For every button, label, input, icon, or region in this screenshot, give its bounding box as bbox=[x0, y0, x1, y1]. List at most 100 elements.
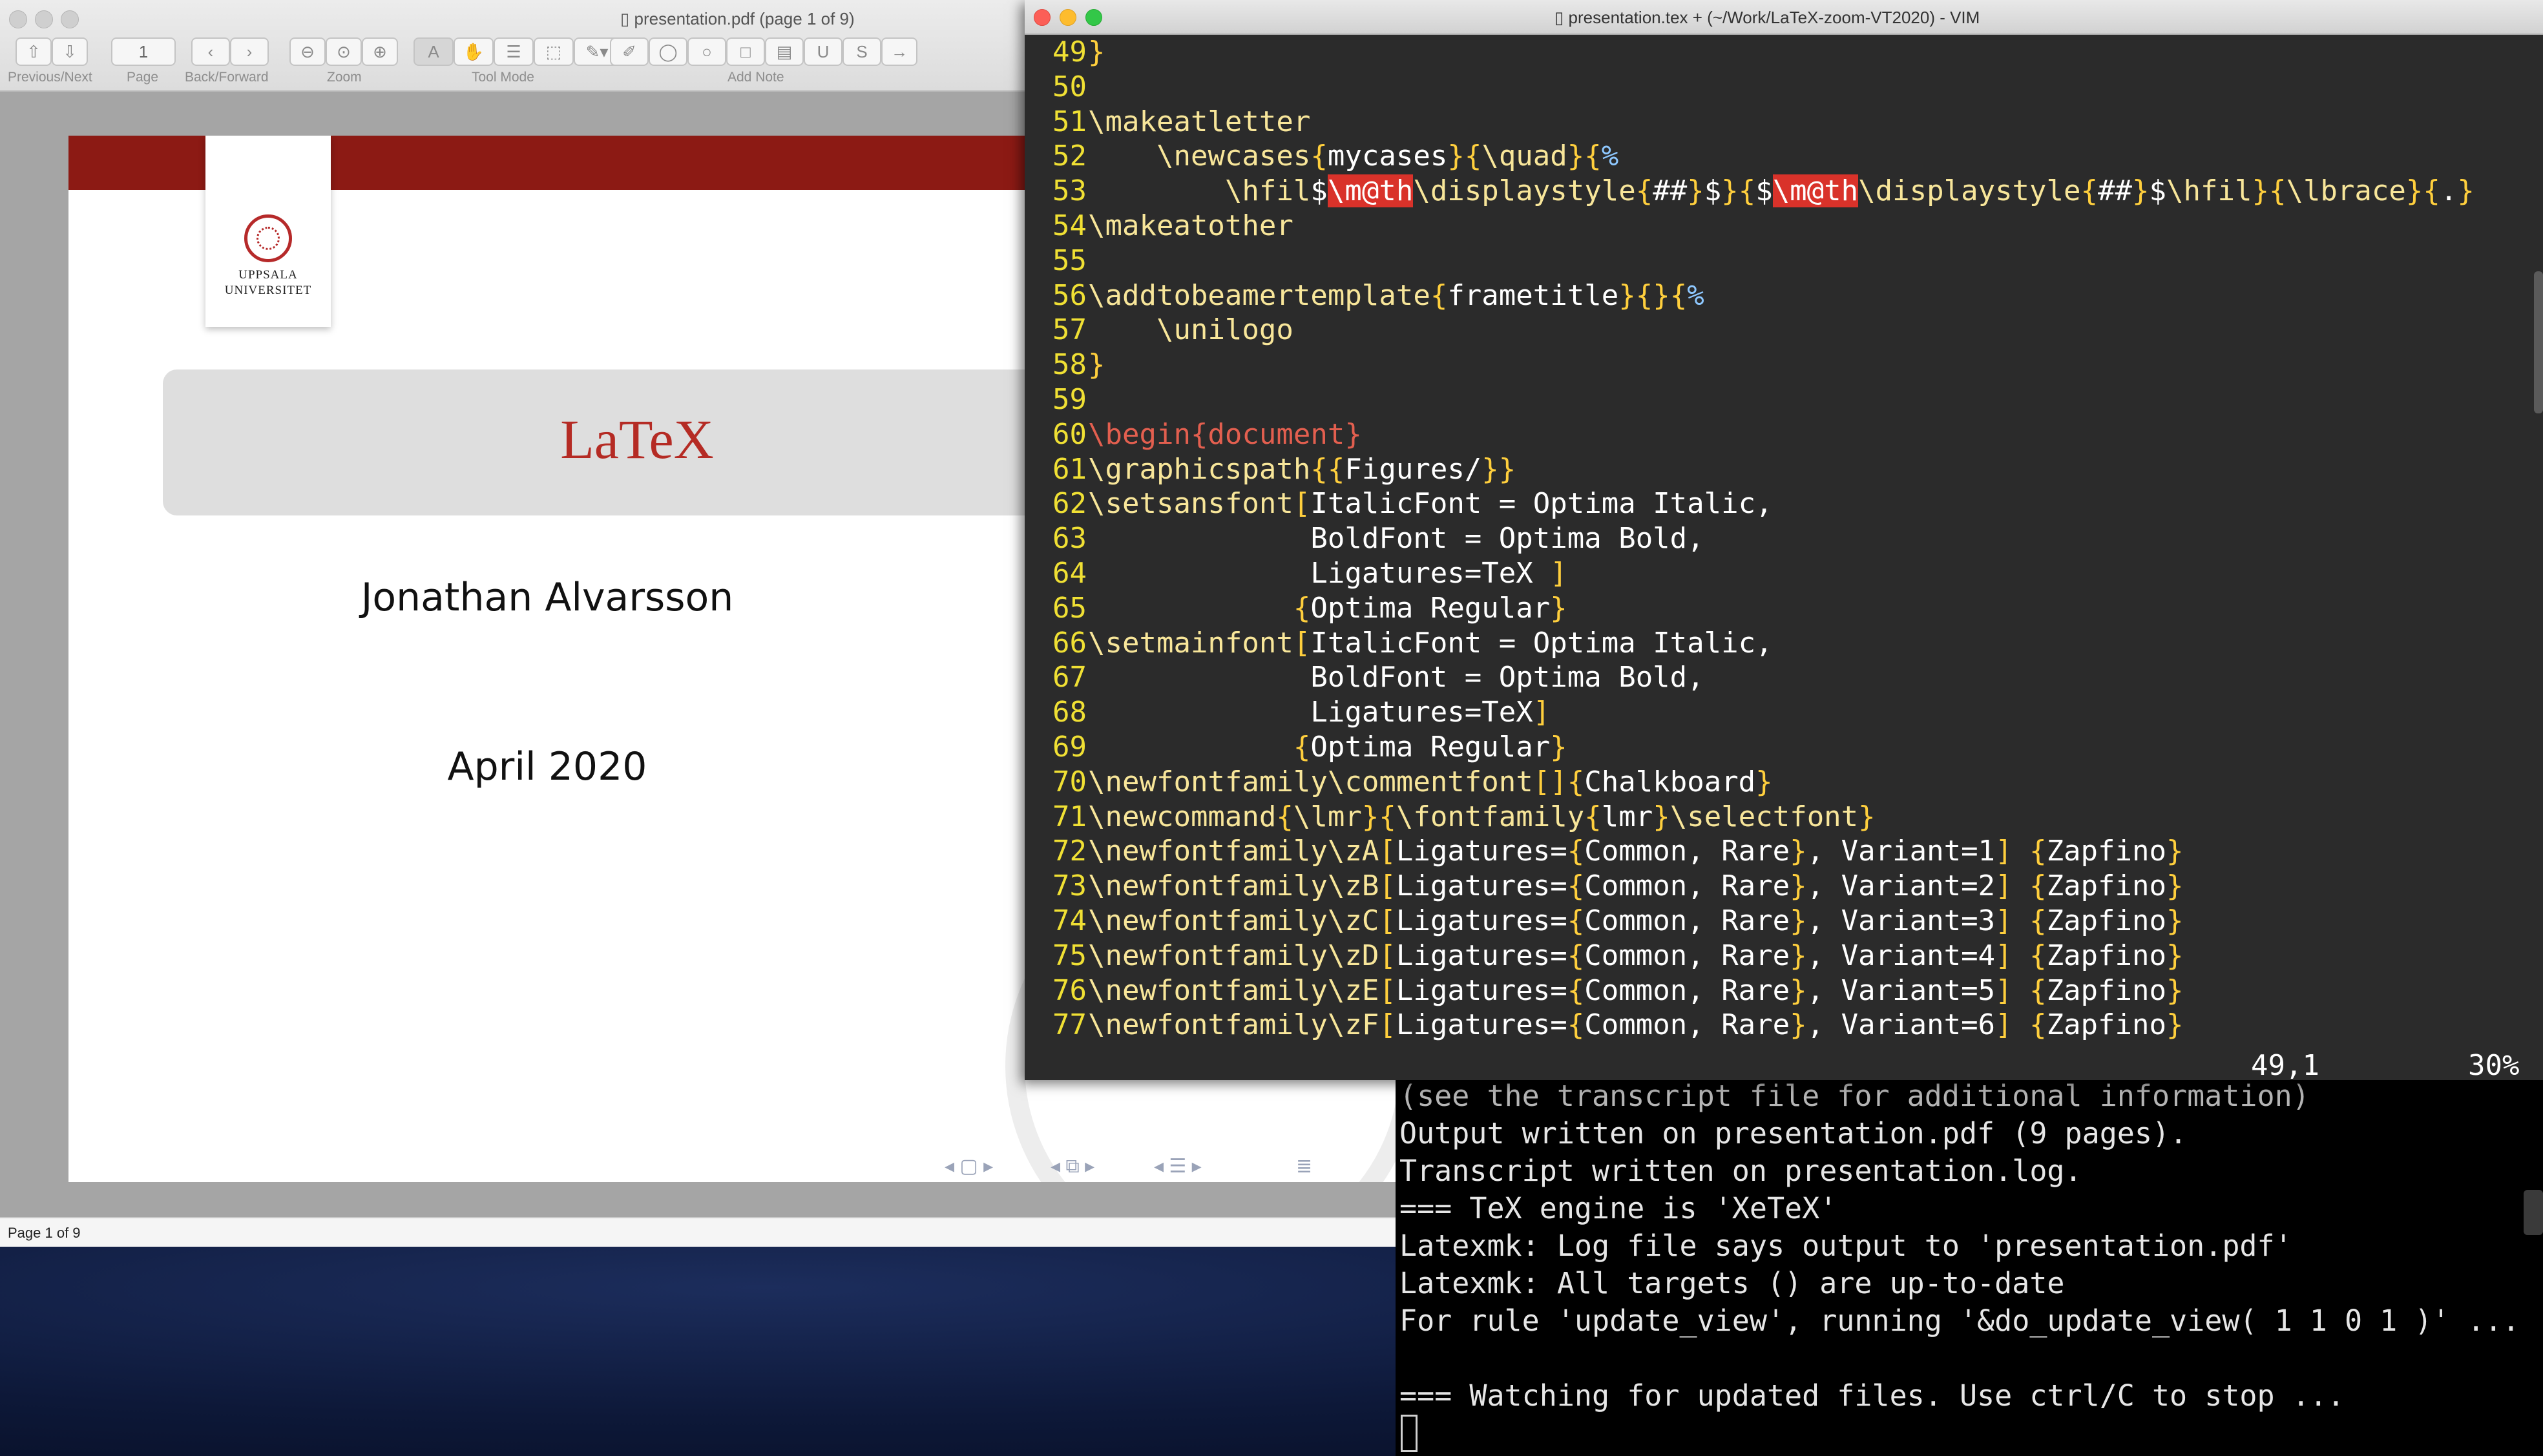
prev-next-label: Previous/Next bbox=[8, 70, 92, 85]
next-page-button[interactable]: ⇩ bbox=[52, 37, 88, 66]
scroll-icon: ☰ bbox=[506, 41, 521, 61]
previous-page-button[interactable]: ⇧ bbox=[16, 37, 52, 66]
line-number: 61 bbox=[1052, 452, 1087, 486]
code-line[interactable]: 54 \makeatother bbox=[1025, 209, 2543, 244]
code-line[interactable]: 51 \makeatletter bbox=[1025, 105, 2543, 140]
highlight-button[interactable]: ✐ bbox=[610, 37, 649, 66]
code-line[interactable]: 64 Ligatures=TeX ] bbox=[1025, 557, 2543, 592]
code-line[interactable]: 65 {Optima Regular} bbox=[1025, 592, 2543, 627]
tool-mode-label: Tool Mode bbox=[472, 70, 534, 85]
terminal-scrollbar[interactable] bbox=[2524, 1190, 2543, 1235]
code-line[interactable]: 77 \newfontfamily\zF[Ligatures={Common, R… bbox=[1025, 1008, 2543, 1043]
code-line[interactable]: 75 \newfontfamily\zD[Ligatures={Common, R… bbox=[1025, 939, 2543, 974]
code-line[interactable]: 55 bbox=[1025, 244, 2543, 279]
line-number: 70 bbox=[1052, 765, 1087, 798]
line-number: 77 bbox=[1052, 1008, 1087, 1042]
nav-align-icon[interactable]: ≣ bbox=[1296, 1155, 1312, 1178]
zoom-button[interactable] bbox=[61, 10, 79, 28]
magnifier-icon: ⊙ bbox=[337, 41, 351, 61]
line-text: \unilogo bbox=[1156, 313, 1293, 347]
line-text: \addtobeamertemplate{frametitle}{}{% bbox=[1088, 278, 1704, 312]
circle-icon: ○ bbox=[702, 41, 712, 61]
code-line[interactable]: 62 \setsansfont[ItalicFont = Optima Itali… bbox=[1025, 487, 2543, 522]
minimize-button[interactable] bbox=[35, 10, 53, 28]
code-line[interactable]: 69 {Optima Regular} bbox=[1025, 731, 2543, 765]
link-button[interactable]: → bbox=[881, 37, 917, 66]
code-line[interactable]: 58} bbox=[1025, 348, 2543, 383]
highlighter-icon: ✐ bbox=[622, 41, 636, 61]
code-line[interactable]: 59 bbox=[1025, 383, 2543, 418]
page-number-field[interactable]: 1 bbox=[111, 37, 176, 66]
page-status: Page 1 of 9 bbox=[8, 1225, 81, 1241]
document-icon: ▯ bbox=[620, 9, 634, 28]
back-button[interactable]: ‹ bbox=[191, 37, 230, 66]
code-line[interactable]: 52 \newcases{mycases}{\quad}{% bbox=[1025, 140, 2543, 174]
slide-title: LaTeX bbox=[560, 408, 714, 470]
code-line[interactable]: 63 BoldFont = Optima Bold, bbox=[1025, 522, 2543, 557]
arrow-right-icon: → bbox=[891, 41, 908, 61]
forward-button[interactable]: › bbox=[230, 37, 269, 66]
code-line[interactable]: 71 \newcommand{\lmr}{\fontfamily{lmr}\sel… bbox=[1025, 800, 2543, 835]
text-cursor-icon: A bbox=[428, 41, 439, 61]
vim-minimize-button[interactable] bbox=[1060, 9, 1076, 26]
oval-button[interactable]: ◯ bbox=[649, 37, 687, 66]
code-line[interactable]: 53 \hfil$\m@th\displaystyle{##}$}{$\m@th… bbox=[1025, 174, 2543, 209]
code-line[interactable]: 60 \begin{document} bbox=[1025, 418, 2543, 453]
line-number: 55 bbox=[1052, 244, 1087, 277]
select-tool-button[interactable]: ⬚ bbox=[534, 37, 574, 66]
line-text: \begin{document} bbox=[1088, 417, 1362, 451]
nav-section-icon[interactable]: ◂ ⧉ ▸ bbox=[1051, 1155, 1094, 1178]
line-text: {Optima Regular} bbox=[1293, 731, 1567, 764]
vim-scrollbar[interactable] bbox=[2534, 271, 2543, 413]
close-button[interactable] bbox=[9, 10, 27, 28]
code-line[interactable]: 61 \graphicspath{{Figures/}} bbox=[1025, 453, 2543, 488]
scroll-percent: 30% bbox=[2468, 1049, 2520, 1082]
line-number: 74 bbox=[1052, 904, 1087, 937]
code-line[interactable]: 56 \addtobeamertemplate{frametitle}{}{% bbox=[1025, 279, 2543, 314]
logo-line-2: UNIVERSITET bbox=[224, 284, 312, 297]
code-line[interactable]: 74 \newfontfamily\zC[Ligatures={Common, R… bbox=[1025, 904, 2543, 939]
line-text: \newfontfamily\zA[Ligatures={Common, Rar… bbox=[1088, 835, 2184, 868]
code-line[interactable]: 68 Ligatures=TeX] bbox=[1025, 696, 2543, 731]
nav-prev-frame-icon[interactable]: ◂ ▢ ▸ bbox=[945, 1155, 993, 1178]
scroll-tool-button[interactable]: ☰ bbox=[494, 37, 534, 66]
underline-button[interactable]: U bbox=[804, 37, 842, 66]
line-number: 68 bbox=[1052, 696, 1087, 729]
code-line[interactable]: 66 \setmainfont[ItalicFont = Optima Itali… bbox=[1025, 627, 2543, 661]
actual-size-button[interactable]: ⊙ bbox=[326, 37, 362, 66]
line-number: 75 bbox=[1052, 939, 1087, 972]
code-line[interactable]: 67 BoldFont = Optima Bold, bbox=[1025, 661, 2543, 696]
code-line[interactable]: 73 \newfontfamily\zB[Ligatures={Common, R… bbox=[1025, 869, 2543, 904]
rectangle-button[interactable]: □ bbox=[726, 37, 765, 66]
line-text: \newfontfamily\zC[Ligatures={Common, Rar… bbox=[1088, 904, 2184, 937]
line-number: 64 bbox=[1052, 557, 1087, 590]
strikethrough-button[interactable]: S bbox=[842, 37, 881, 66]
vim-ruler: 49,1 30% bbox=[1025, 1046, 2543, 1082]
vim-close-button[interactable] bbox=[1034, 9, 1051, 26]
zoom-in-button[interactable]: ⊕ bbox=[362, 37, 398, 66]
line-text: \newcases{mycases}{\quad}{% bbox=[1156, 140, 1619, 173]
code-line[interactable]: 76 \newfontfamily\zE[Ligatures={Common, R… bbox=[1025, 974, 2543, 1009]
oval-icon: ◯ bbox=[658, 41, 678, 61]
preview-statusbar: Page 1 of 9 bbox=[0, 1217, 1396, 1247]
code-line[interactable]: 49} bbox=[1025, 36, 2543, 70]
text-tool-button[interactable]: A bbox=[413, 37, 454, 66]
vim-editor[interactable]: 49} 50 51 \makeatletter 52 \newcases{mycases… bbox=[1025, 34, 2543, 1046]
code-line[interactable]: 50 bbox=[1025, 70, 2543, 105]
circle-button[interactable]: ○ bbox=[687, 37, 726, 66]
note-button[interactable]: ▤ bbox=[765, 37, 804, 66]
vim-zoom-button[interactable] bbox=[1085, 9, 1102, 26]
zoom-out-button[interactable]: ⊖ bbox=[289, 37, 326, 66]
line-text: \newfontfamily\zD[Ligatures={Common, Rar… bbox=[1088, 939, 2184, 972]
line-number: 71 bbox=[1052, 800, 1087, 833]
line-text: BoldFont = Optima Bold, bbox=[1088, 661, 1704, 694]
nav-subsection-icon[interactable]: ◂ ☰ ▸ bbox=[1154, 1155, 1202, 1178]
move-tool-button[interactable]: ✋ bbox=[454, 37, 494, 66]
terminal-window[interactable]: (see the transcript file for additional … bbox=[1396, 1079, 2543, 1456]
terminal-line: (see the transcript file for additional … bbox=[1399, 1079, 2310, 1113]
code-line[interactable]: 70 \newfontfamily\commentfont[]{Chalkboar… bbox=[1025, 765, 2543, 800]
code-line[interactable]: 57 \unilogo bbox=[1025, 313, 2543, 348]
terminal-line: Latexmk: All targets () are up-to-date bbox=[1399, 1266, 2065, 1300]
cursor-position: 49,1 bbox=[2251, 1049, 2319, 1082]
code-line[interactable]: 72 \newfontfamily\zA[Ligatures={Common, R… bbox=[1025, 835, 2543, 869]
